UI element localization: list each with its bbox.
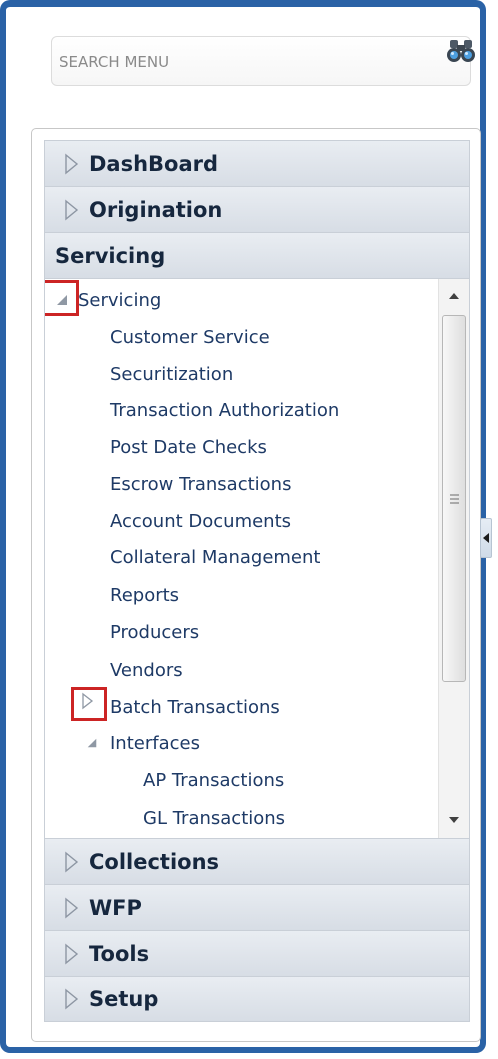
accordion-header-servicing[interactable]: Servicing (44, 232, 470, 278)
accordion-header-setup[interactable]: Setup (44, 976, 470, 1022)
accordion-label: DashBoard (89, 151, 219, 176)
tree-item-gl-transactions[interactable]: GL Transactions (143, 808, 285, 829)
accordion-header-tools[interactable]: Tools (44, 930, 470, 976)
tree-item-interfaces[interactable]: Interfaces (110, 733, 200, 754)
servicing-tree: Servicing Customer Service Securitizatio… (44, 278, 470, 838)
highlight-box (45, 280, 79, 316)
binoculars-icon[interactable] (447, 39, 475, 63)
tree-item-escrow-transactions[interactable]: Escrow Transactions (110, 474, 291, 495)
scrollbar-thumb[interactable] (442, 315, 466, 682)
collapse-left-arrow-icon (483, 533, 489, 543)
accordion-header-origination[interactable]: Origination (44, 186, 470, 232)
expanded-triangle-icon[interactable] (86, 737, 98, 749)
chevron-right-icon (65, 199, 79, 220)
chevron-right-icon (65, 943, 79, 964)
vertical-scrollbar[interactable] (438, 279, 469, 838)
tree-item-transaction-authorization[interactable]: Transaction Authorization (110, 400, 339, 421)
accordion-label: WFP (89, 895, 142, 920)
tree-item-account-documents[interactable]: Account Documents (110, 511, 291, 532)
navigation-frame: DashBoard Origination Servicing Servicin… (0, 0, 498, 1059)
tree-item-securitization[interactable]: Securitization (110, 364, 233, 385)
chevron-right-icon (65, 153, 79, 174)
grip-icon (450, 494, 459, 504)
tree-item-batch-transactions[interactable]: Batch Transactions (110, 697, 280, 718)
chevron-right-icon (65, 851, 79, 872)
search-input[interactable] (59, 48, 419, 76)
navigation-accordion: DashBoard Origination Servicing Servicin… (44, 140, 470, 1022)
highlight-box (71, 687, 107, 721)
accordion-label: Servicing (55, 243, 166, 268)
scroll-up-arrow-icon[interactable] (447, 291, 461, 301)
accordion-label: Tools (89, 941, 150, 966)
tree-item-collateral-management[interactable]: Collateral Management (110, 547, 320, 568)
tree-item-producers[interactable]: Producers (110, 622, 199, 643)
search-box[interactable] (51, 36, 471, 86)
accordion-label: Origination (89, 197, 223, 222)
panel-collapse-tab[interactable] (480, 518, 492, 558)
tree-item-servicing[interactable]: Servicing (78, 290, 161, 311)
accordion-header-dashboard[interactable]: DashBoard (44, 140, 470, 186)
tree-item-reports[interactable]: Reports (110, 585, 179, 606)
accordion-label: Setup (89, 987, 159, 1011)
tree-item-ap-transactions[interactable]: AP Transactions (143, 770, 284, 791)
tree-item-vendors[interactable]: Vendors (110, 660, 183, 681)
scroll-down-arrow-icon[interactable] (447, 815, 461, 825)
accordion-header-collections[interactable]: Collections (44, 838, 470, 884)
tree-item-post-date-checks[interactable]: Post Date Checks (110, 437, 267, 458)
chevron-right-icon (65, 897, 79, 918)
chevron-right-icon (65, 988, 79, 1010)
accordion-header-wfp[interactable]: WFP (44, 884, 470, 930)
tree-item-customer-service[interactable]: Customer Service (110, 327, 270, 348)
accordion-label: Collections (89, 849, 220, 874)
